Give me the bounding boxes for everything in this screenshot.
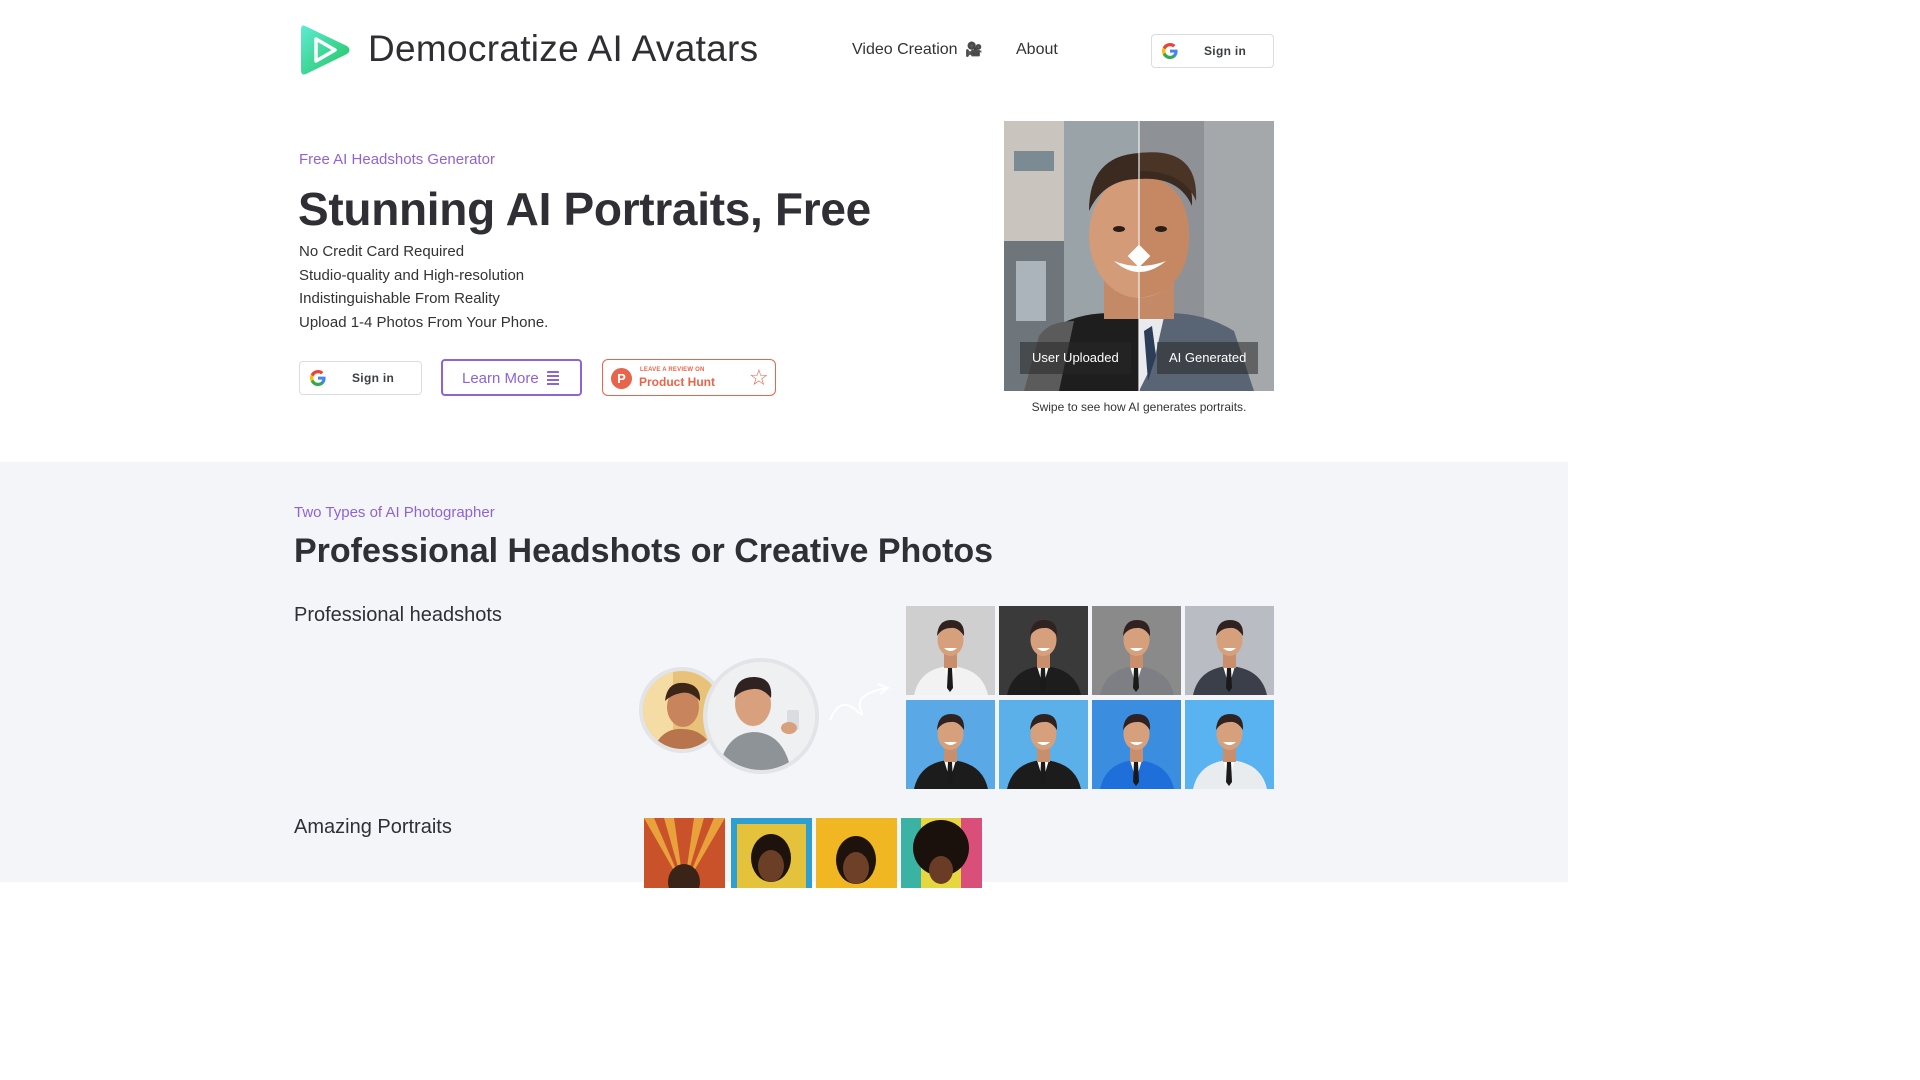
feature-item: Indistinguishable From Reality xyxy=(299,290,500,308)
generated-headshot xyxy=(1092,700,1181,789)
creative-portrait xyxy=(731,818,812,888)
product-hunt-text: Product Hunt xyxy=(639,375,715,389)
section-title: Professional Headshots or Creative Photo… xyxy=(294,532,994,570)
user-uploaded-label: User Uploaded xyxy=(1020,342,1131,374)
professional-headshots-heading: Professional headshots xyxy=(294,604,502,626)
google-signin-button[interactable]: Sign in xyxy=(1151,34,1274,68)
site-title[interactable]: Democratize AI Avatars xyxy=(368,28,758,70)
signin-label: Sign in xyxy=(1204,44,1247,58)
compare-caption: Swipe to see how AI generates portraits. xyxy=(1031,400,1247,414)
curved-arrow-icon xyxy=(829,683,891,721)
hero-feature-list: No Credit Card Required Studio-quality a… xyxy=(299,240,548,335)
input-selfie-photo xyxy=(703,658,819,774)
generated-headshot xyxy=(999,606,1088,695)
star-icon: ☆ xyxy=(749,365,769,390)
product-hunt-badge[interactable]: P LEAVE A REVIEW ON Product Hunt ☆ xyxy=(602,359,776,396)
learn-more-button[interactable]: Learn More xyxy=(441,359,582,396)
learn-more-label: Learn More xyxy=(462,370,539,387)
ai-generated-label: AI Generated xyxy=(1157,342,1259,374)
creative-portrait xyxy=(901,818,982,888)
photographer-types-section: Two Types of AI Photographer Professiona… xyxy=(0,462,1568,888)
site-header: Democratize AI Avatars Video Creation 🎥 … xyxy=(0,0,1568,100)
feature-item: Studio-quality and High-resolution xyxy=(299,266,525,284)
amazing-portraits-heading: Amazing Portraits xyxy=(294,816,452,838)
video-camera-icon: 🎥 xyxy=(965,41,983,57)
generated-headshot xyxy=(999,700,1088,789)
hero-title: Stunning AI Portraits, Free xyxy=(298,183,871,235)
generated-headshot xyxy=(1185,606,1274,695)
creative-portrait xyxy=(644,818,725,888)
generated-headshot xyxy=(906,606,995,695)
product-hunt-small-text: LEAVE A REVIEW ON xyxy=(640,367,705,373)
before-after-compare[interactable]: User Uploaded AI Generated xyxy=(1004,121,1274,391)
google-icon xyxy=(310,370,326,386)
feature-item: Upload 1-4 Photos From Your Phone. xyxy=(299,314,549,332)
generated-headshot xyxy=(906,700,995,789)
section-eyebrow: Two Types of AI Photographer xyxy=(294,504,495,521)
logo-play-icon[interactable] xyxy=(299,22,351,78)
nav-video-creation[interactable]: Video Creation 🎥 xyxy=(852,41,982,59)
nav-about[interactable]: About xyxy=(1016,41,1058,59)
creative-portrait xyxy=(816,818,897,888)
signin-label: Sign in xyxy=(352,371,395,385)
hero-google-signin-button[interactable]: Sign in xyxy=(299,361,422,395)
product-hunt-logo-icon: P xyxy=(611,368,632,389)
generated-headshot xyxy=(1092,606,1181,695)
generated-headshot xyxy=(1185,700,1274,789)
hero-eyebrow: Free AI Headshots Generator xyxy=(299,151,495,168)
nav-video-creation-label: Video Creation xyxy=(852,41,958,58)
feature-item: No Credit Card Required xyxy=(299,243,465,260)
headshot-grid xyxy=(906,606,1274,790)
google-icon xyxy=(1162,43,1178,59)
book-icon xyxy=(547,371,559,387)
